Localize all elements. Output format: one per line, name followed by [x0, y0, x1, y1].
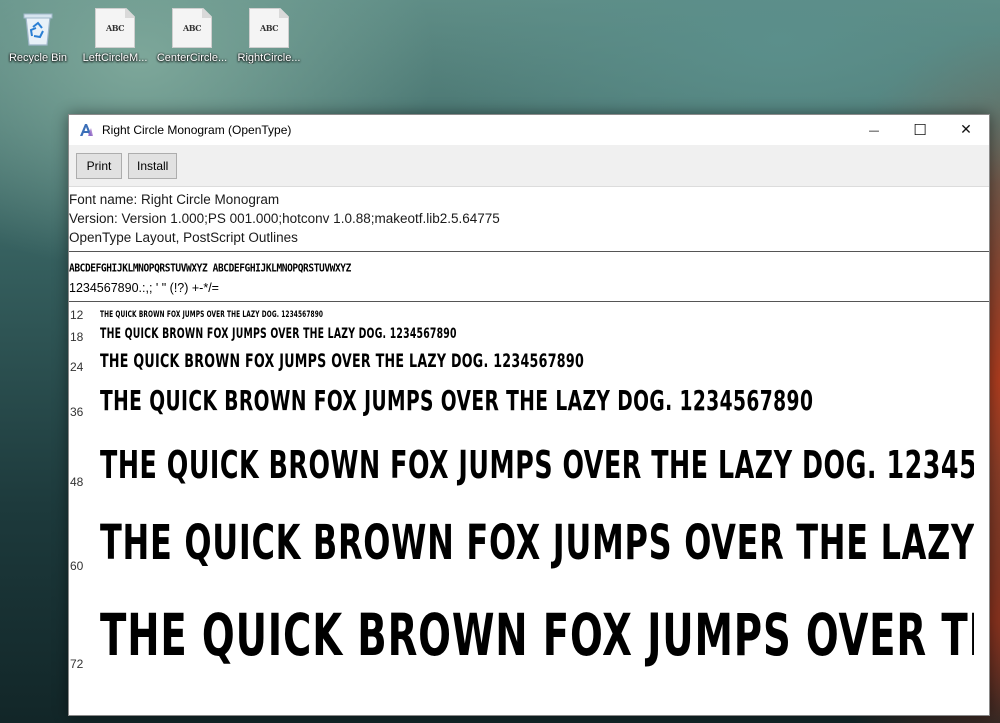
- font-app-icon: [80, 124, 93, 136]
- maximize-icon: ☐: [913, 121, 927, 139]
- desktop-icon-label: RightCircle...: [237, 52, 301, 64]
- font-outline-type: OpenType Layout, PostScript Outlines: [69, 230, 298, 245]
- minimize-button[interactable]: —: [851, 115, 897, 145]
- maximize-button[interactable]: ☐: [897, 115, 943, 145]
- sample-text: THE QUICK BROWN FOX JUMPS OVER THE LAZY …: [100, 601, 974, 669]
- sample-row: 12 THE QUICK BROWN FOX JUMPS OVER THE LA…: [69, 308, 989, 324]
- sample-text: THE QUICK BROWN FOX JUMPS OVER THE LAZY …: [100, 384, 814, 417]
- sample-size: 36: [70, 405, 84, 419]
- sample-row: 72 THE QUICK BROWN FOX JUMPS OVER THE LA…: [69, 575, 989, 673]
- sample-size: 60: [70, 559, 84, 573]
- sample-size: 18: [70, 330, 84, 344]
- charset-digits: 1234567890.:,; ' " (!?) +-*/=: [69, 281, 219, 295]
- desktop-icon-center-circle-monogram[interactable]: ABC CenterCircle...: [154, 6, 230, 76]
- desktop-icon-right-circle-monogram[interactable]: ABC RightCircle...: [231, 6, 307, 76]
- character-set: ABCDEFGHIJKLMNOPQRSTUVWXYZ ABCDEFGHIJKLM…: [69, 252, 989, 301]
- close-button[interactable]: ✕: [943, 115, 989, 145]
- sample-text: THE QUICK BROWN FOX JUMPS OVER THE LAZY …: [100, 326, 457, 342]
- font-file-icon: ABC: [95, 8, 135, 48]
- window-title: Right Circle Monogram (OpenType): [102, 123, 292, 137]
- font-viewer-window: Right Circle Monogram (OpenType) — ☐ ✕ P…: [68, 114, 990, 716]
- desktop-icon-label: Recycle Bin: [8, 52, 68, 64]
- desktop-icon-left-circle-monogram[interactable]: ABC LeftCircleM...: [77, 6, 153, 76]
- print-button[interactable]: Print: [76, 152, 122, 179]
- font-version: Version: Version 1.000;PS 001.000;hotcon…: [69, 211, 500, 226]
- sample-text: THE QUICK BROWN FOX JUMPS OVER THE LAZY …: [100, 443, 974, 487]
- desktop-icon-recycle-bin[interactable]: Recycle Bin: [0, 6, 76, 76]
- install-button[interactable]: Install: [128, 152, 178, 179]
- desktop-icon-label: CenterCircle...: [156, 52, 228, 64]
- close-icon: ✕: [960, 122, 972, 138]
- recycle-bin-icon: [14, 6, 62, 50]
- font-info: Font name: Right Circle Monogram Version…: [69, 187, 989, 251]
- sample-text: THE QUICK BROWN FOX JUMPS OVER THE LAZY …: [100, 515, 974, 571]
- font-file-icon: ABC: [172, 8, 212, 48]
- size-samples: 12 THE QUICK BROWN FOX JUMPS OVER THE LA…: [69, 302, 989, 673]
- sample-size: 24: [70, 360, 84, 374]
- desktop-icon-label: LeftCircleM...: [82, 52, 148, 64]
- sample-row: 48 THE QUICK BROWN FOX JUMPS OVER THE LA…: [69, 421, 989, 491]
- sample-row: 24 THE QUICK BROWN FOX JUMPS OVER THE LA…: [69, 346, 989, 376]
- title-bar[interactable]: Right Circle Monogram (OpenType) — ☐ ✕: [69, 115, 989, 145]
- sample-row: 60 THE QUICK BROWN FOX JUMPS OVER THE LA…: [69, 491, 989, 575]
- charset-letters: ABCDEFGHIJKLMNOPQRSTUVWXYZ ABCDEFGHIJKLM…: [69, 262, 351, 275]
- sample-size: 72: [70, 657, 84, 671]
- toolbar: Print Install: [69, 145, 989, 187]
- sample-row: 36 THE QUICK BROWN FOX JUMPS OVER THE LA…: [69, 376, 989, 421]
- sample-text: THE QUICK BROWN FOX JUMPS OVER THE LAZY …: [100, 310, 324, 320]
- sample-text: THE QUICK BROWN FOX JUMPS OVER THE LAZY …: [100, 350, 585, 372]
- sample-size: 12: [70, 308, 84, 322]
- minimize-icon: —: [868, 123, 880, 137]
- font-file-icon: ABC: [249, 8, 289, 48]
- sample-row: 18 THE QUICK BROWN FOX JUMPS OVER THE LA…: [69, 324, 989, 346]
- sample-size: 48: [70, 475, 84, 489]
- font-name: Font name: Right Circle Monogram: [69, 192, 280, 207]
